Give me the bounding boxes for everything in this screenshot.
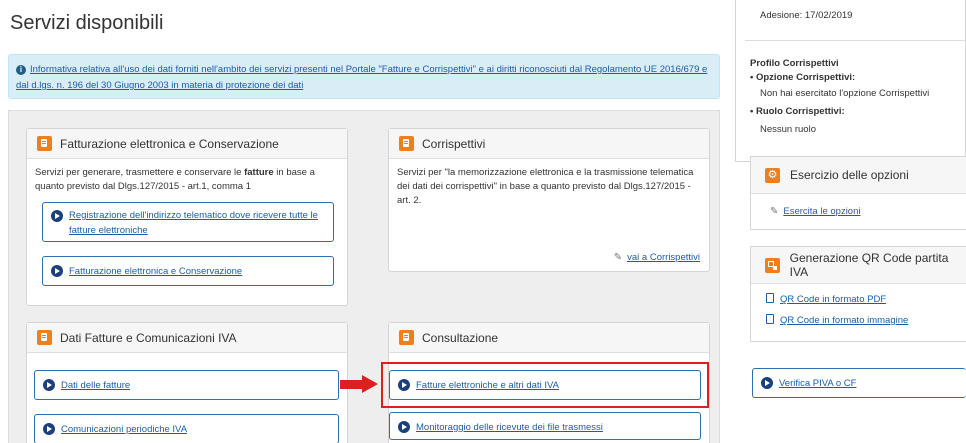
desc-text: Servizi per generare, trasmettere e cons… [35,167,245,178]
edit-icon: ✎ [770,206,779,217]
qr-header: Generazione QR Code partita IVA [751,247,966,284]
esercita-link-wrap: ✎ Esercita le opzioni [770,206,861,217]
esercita-opzioni-link[interactable]: Esercita le opzioni [783,206,860,217]
opzione-value: Non hai esercitato l'opzione Corrispetti… [760,88,930,99]
red-arrow-annotation [340,375,380,393]
button-label: Registrazione dell'indirizzo telematico … [69,210,318,236]
ruolo-label-text: Ruolo Corrispettivi: [755,106,845,117]
panel-header: Consultazione [389,323,709,353]
arrow-right-icon [398,421,410,433]
ruolo-value: Nessun ruolo [760,124,816,135]
panel-title: Consultazione [422,330,499,345]
verifica-piva-button[interactable]: Verifica PIVA o CF [752,368,966,398]
esercizio-header: ⚙ Esercizio delle opzioni [751,157,966,194]
pdf-file-icon [766,293,774,303]
opzione-label-text: Opzione Corrispettivi: [755,72,856,83]
button-label: Comunicazioni periodiche IVA [61,424,188,435]
panel-header: Corrispettivi [389,129,709,159]
qr-img-link-wrap: QR Code in formato immagine [766,314,908,326]
ruolo-label: • Ruolo Corrispettivi: [750,106,845,117]
highlight-box [381,362,709,408]
qr-code-icon [765,257,780,273]
arrow-right-icon [51,265,63,277]
edit-icon: ✎ [613,252,623,263]
comunicazioni-iva-button[interactable]: Comunicazioni periodiche IVA [34,414,339,443]
adesione-date: Adesione: 17/02/2019 [760,10,853,21]
desc-bold: fatture [244,167,274,178]
registrazione-indirizzo-button[interactable]: Registrazione dell'indirizzo telematico … [42,202,334,242]
button-label: Verifica PIVA o CF [779,378,857,389]
esercizio-title: Esercizio delle opzioni [790,168,909,182]
image-file-icon [766,314,774,324]
panel-header: Fatturazione elettronica e Conservazione [27,129,347,159]
document-icon [399,136,414,151]
panel-title: Corrispettivi [422,136,486,151]
button-label: Monitoraggio delle ricevute dei file tra… [416,422,603,433]
divider [745,40,966,41]
panel-header: Dati Fatture e Comunicazioni IVA [27,323,347,353]
panel-description: Servizi per "la memorizzazione elettroni… [397,167,694,206]
arrow-right-icon [43,423,55,435]
privacy-info-link[interactable]: Informativa relativa all'uso dei dati fo… [16,64,707,91]
monitoraggio-ricevute-button[interactable]: Monitoraggio delle ricevute dei file tra… [389,412,701,440]
button-label: Fatturazione elettronica e Conservazione [69,266,243,277]
privacy-info-box: i Informativa relativa all'uso dei dati f… [8,54,720,99]
panel-title: Dati Fatture e Comunicazioni IVA [60,330,237,345]
opzione-label: • Opzione Corrispettivi: [750,72,856,83]
document-icon [37,136,52,151]
vai-corrispettivi-link[interactable]: vai a Corrispettivi [627,252,700,263]
qr-image-link[interactable]: QR Code in formato immagine [780,315,908,326]
panel-corrispettivi: Corrispettivi Servizi per "la memorizzaz… [388,128,710,272]
qr-pdf-link[interactable]: QR Code in formato PDF [780,294,886,305]
arrow-right-icon [43,379,55,391]
esercizio-panel: ⚙ Esercizio delle opzioni [750,156,966,230]
arrow-right-icon [761,377,773,389]
fatturazione-conservazione-button[interactable]: Fatturazione elettronica e Conservazione [42,256,334,286]
vai-corrispettivi-link-wrap: ✎ vai a Corrispettivi [570,252,700,263]
qr-pdf-link-wrap: QR Code in formato PDF [766,293,886,305]
dati-fatture-button[interactable]: Dati delle fatture [34,370,339,400]
button-label: Dati delle fatture [61,380,131,391]
profilo-title: Profilo Corrispettivi [750,58,839,69]
page-title: Servizi disponibili [10,12,164,34]
arrow-right-icon [51,210,63,222]
info-icon: i [16,65,26,75]
gear-icon: ⚙ [765,167,780,183]
panel-title: Fatturazione elettronica e Conservazione [60,136,279,151]
panel-description: Servizi per generare, trasmettere e cons… [27,159,347,201]
document-icon [399,330,414,345]
document-icon [37,330,52,345]
qr-title: Generazione QR Code partita IVA [789,251,949,279]
